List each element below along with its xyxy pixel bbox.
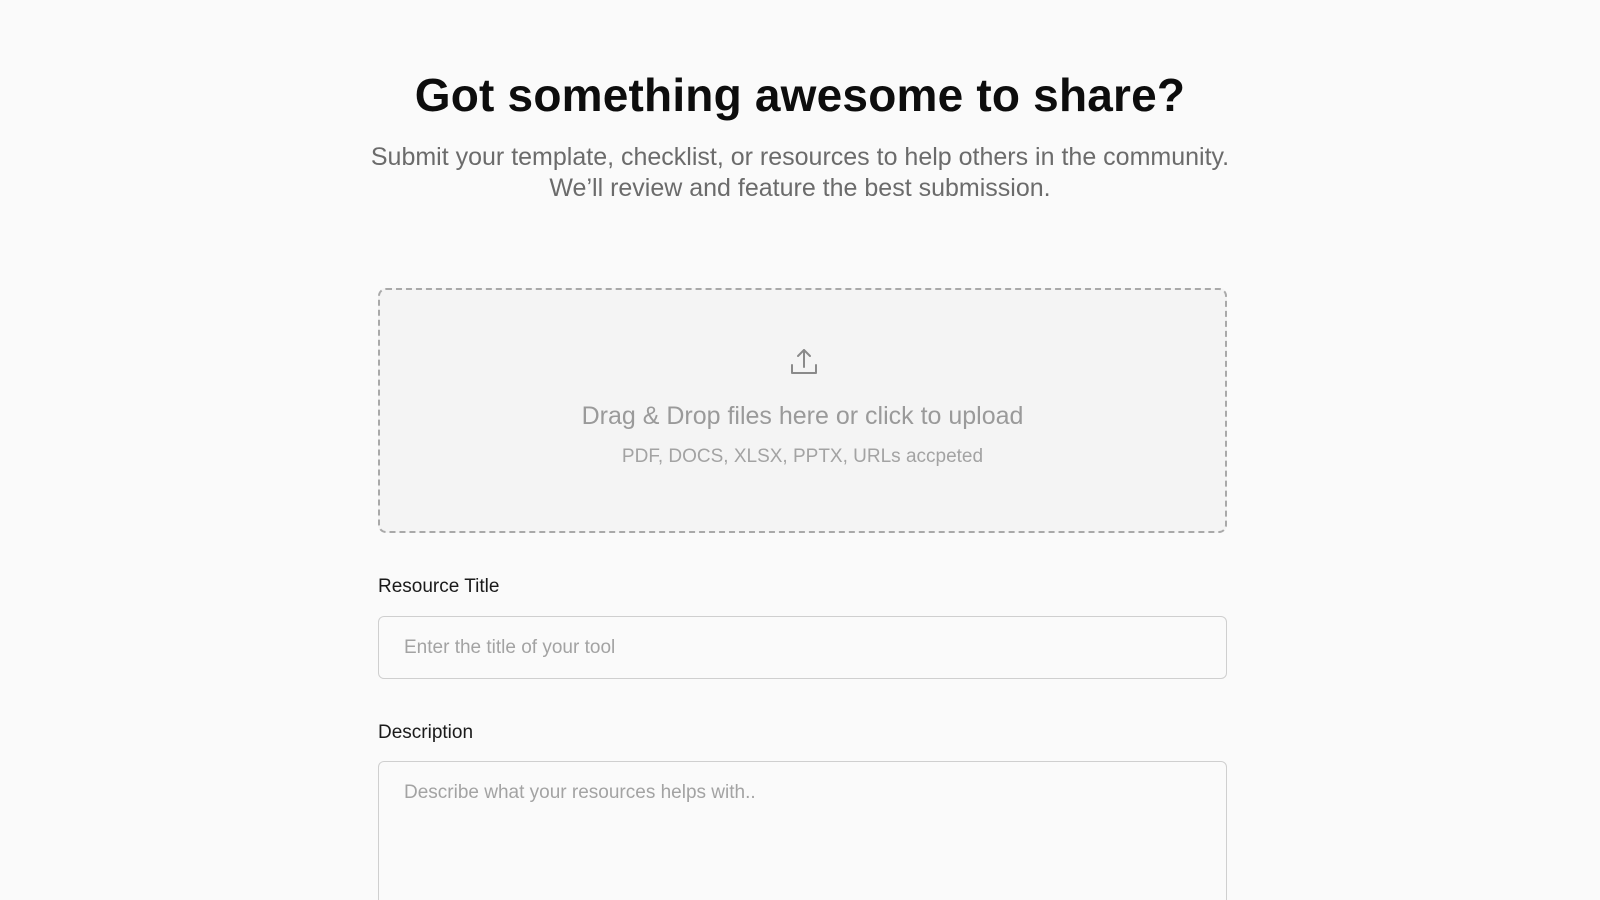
resource-title-input[interactable]	[378, 616, 1227, 679]
file-upload-dropzone[interactable]: Drag & Drop files here or click to uploa…	[378, 288, 1227, 533]
page-title: Got something awesome to share?	[414, 69, 1186, 121]
description-label: Description	[378, 722, 474, 743]
submission-page: Got something awesome to share? Submit y…	[0, 0, 1600, 900]
upload-icon	[791, 349, 817, 374]
description-textarea[interactable]	[378, 761, 1227, 900]
subtitle-line-1: Submit your template, checklist, or reso…	[370, 143, 1230, 171]
resource-title-label: Resource Title	[378, 576, 500, 597]
page-subtitle: Submit your template, checklist, or reso…	[300, 142, 1300, 204]
accepted-formats: PDF, DOCS, XLSX, PPTX, URLs accpeted	[621, 446, 984, 467]
upload-instructions: Drag & Drop files here or click to uploa…	[581, 402, 1024, 430]
subtitle-line-2: We’ll review and feature the best submis…	[549, 174, 1051, 202]
